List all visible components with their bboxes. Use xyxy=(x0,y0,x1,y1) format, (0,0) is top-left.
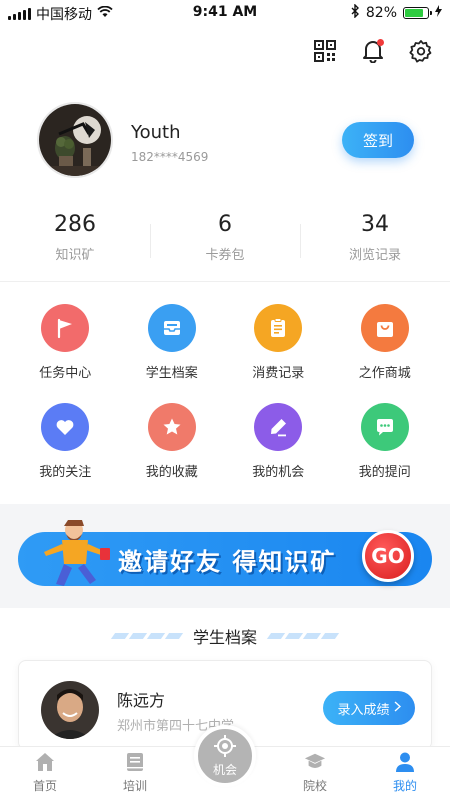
stat-label: 卡券包 xyxy=(205,248,245,263)
tab-training[interactable]: 培训 xyxy=(90,747,180,800)
stats-row: 286 知识矿 6 卡券包 34 浏览记录 xyxy=(0,210,450,270)
flag-icon xyxy=(41,304,90,352)
grid-label: 我的关注 xyxy=(39,465,92,480)
invite-banner-section: 邀请好友 得知识矿 GO xyxy=(0,504,450,608)
tab-label: 机会 xyxy=(212,763,237,777)
grid-item-mall[interactable]: 之作商城 xyxy=(332,304,439,381)
top-actions xyxy=(312,38,434,64)
profile-header: Youth 182****4569 签到 xyxy=(37,102,414,178)
invite-banner[interactable]: 邀请好友 得知识矿 GO xyxy=(18,520,432,586)
grid-item-opportunities[interactable]: 我的机会 xyxy=(225,403,332,480)
tab-opportunity[interactable]: 机会 xyxy=(180,725,270,800)
grid-label: 我的机会 xyxy=(252,465,305,480)
enter-score-button[interactable]: 录入成绩 xyxy=(323,691,415,725)
tab-colleges[interactable]: 院校 xyxy=(270,747,360,800)
tab-home[interactable]: 首页 xyxy=(0,747,90,800)
tab-label: 我的 xyxy=(392,779,417,793)
book-icon xyxy=(124,751,146,773)
inbox-icon xyxy=(147,304,196,352)
tab-label: 培训 xyxy=(122,779,147,793)
grid-item-student-profile[interactable]: 学生档案 xyxy=(119,304,226,381)
target-icon xyxy=(213,734,237,761)
section-title: 学生档案 xyxy=(192,628,257,647)
notification-dot xyxy=(377,39,384,46)
grid-label: 任务中心 xyxy=(39,366,92,381)
battery-icon xyxy=(403,7,432,19)
user-icon xyxy=(394,751,416,773)
go-button[interactable]: GO xyxy=(362,530,414,582)
grid-label: 之作商城 xyxy=(358,366,411,381)
user-phone: 182****4569 xyxy=(131,150,209,164)
tab-label: 院校 xyxy=(302,779,327,793)
clipboard-icon xyxy=(254,304,303,352)
character-illustration xyxy=(34,518,114,592)
decorative-stripes xyxy=(266,633,340,639)
stat-label: 浏览记录 xyxy=(348,248,401,263)
grid-label: 我的提问 xyxy=(358,465,411,480)
enter-score-label: 录入成绩 xyxy=(337,702,390,718)
stat-value: 34 xyxy=(361,212,389,237)
bell-icon[interactable] xyxy=(360,38,386,64)
grid-label: 我的收藏 xyxy=(145,465,198,480)
battery-percent: 82% xyxy=(365,5,397,21)
banner-text: 邀请好友 得知识矿 xyxy=(118,548,337,576)
qr-code-icon[interactable] xyxy=(312,38,338,64)
grid-item-favorites[interactable]: 我的收藏 xyxy=(119,403,226,480)
pen-icon xyxy=(254,403,303,451)
graduation-cap-icon xyxy=(304,751,326,773)
student-avatar xyxy=(41,681,99,739)
stat-label: 知识矿 xyxy=(55,248,95,263)
heart-icon xyxy=(41,403,90,451)
grid-label: 消费记录 xyxy=(252,366,305,381)
stat-value: 6 xyxy=(218,212,232,237)
chevron-right-icon xyxy=(394,700,401,716)
decorative-stripes xyxy=(110,633,184,639)
home-icon xyxy=(34,751,56,773)
stat-knowledge[interactable]: 286 知识矿 xyxy=(0,210,150,270)
tab-bar: 首页 培训 机会 院校 我的 xyxy=(0,725,450,800)
user-name: Youth xyxy=(131,122,181,143)
bluetooth-icon xyxy=(351,3,360,22)
signin-button[interactable]: 签到 xyxy=(342,122,414,158)
stat-coupons[interactable]: 6 卡券包 xyxy=(150,210,300,270)
opportunity-bubble[interactable]: 机会 xyxy=(194,725,256,787)
grid-item-consumption[interactable]: 消费记录 xyxy=(225,304,332,381)
avatar[interactable] xyxy=(37,102,113,178)
stat-value: 286 xyxy=(54,212,96,237)
grid-label: 学生档案 xyxy=(145,366,198,381)
gear-icon[interactable] xyxy=(408,38,434,64)
tab-mine[interactable]: 我的 xyxy=(360,747,450,800)
section-header: 学生档案 xyxy=(0,624,450,648)
divider xyxy=(0,281,450,282)
status-bar: 中国移动 9:41 AM 82% xyxy=(0,0,450,26)
chat-icon xyxy=(360,403,409,451)
shopping-bag-icon xyxy=(360,304,409,352)
star-icon xyxy=(147,403,196,451)
stat-history[interactable]: 34 浏览记录 xyxy=(300,210,450,270)
function-grid: 任务中心 学生档案 消费记录 之作商城 我的关注 我的收藏 我的机会 我的提问 xyxy=(12,304,438,480)
grid-item-questions[interactable]: 我的提问 xyxy=(332,403,439,480)
charging-icon xyxy=(435,5,442,21)
grid-item-tasks[interactable]: 任务中心 xyxy=(12,304,119,381)
student-name: 陈远方 xyxy=(117,691,166,710)
tab-label: 首页 xyxy=(32,779,57,793)
grid-item-follows[interactable]: 我的关注 xyxy=(12,403,119,480)
